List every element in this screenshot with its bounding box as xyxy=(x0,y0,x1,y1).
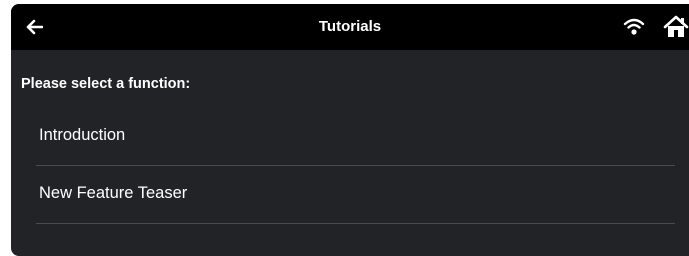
page-title: Tutorials xyxy=(318,18,382,35)
home-button[interactable] xyxy=(663,15,689,39)
wifi-icon xyxy=(623,17,645,37)
function-list: Introduction New Feature Teaser xyxy=(36,108,675,224)
top-bar: Tutorials xyxy=(11,4,689,50)
list-item-new-feature-teaser[interactable]: New Feature Teaser xyxy=(36,166,675,224)
list-item-label: Introduction xyxy=(39,126,126,144)
app-screen: Tutorials Please select a function: Intr… xyxy=(11,4,689,256)
home-icon xyxy=(663,15,689,37)
list-item-label: New Feature Teaser xyxy=(39,184,188,202)
select-function-prompt: Please select a function: xyxy=(21,76,191,92)
list-item-introduction[interactable]: Introduction xyxy=(36,108,675,166)
